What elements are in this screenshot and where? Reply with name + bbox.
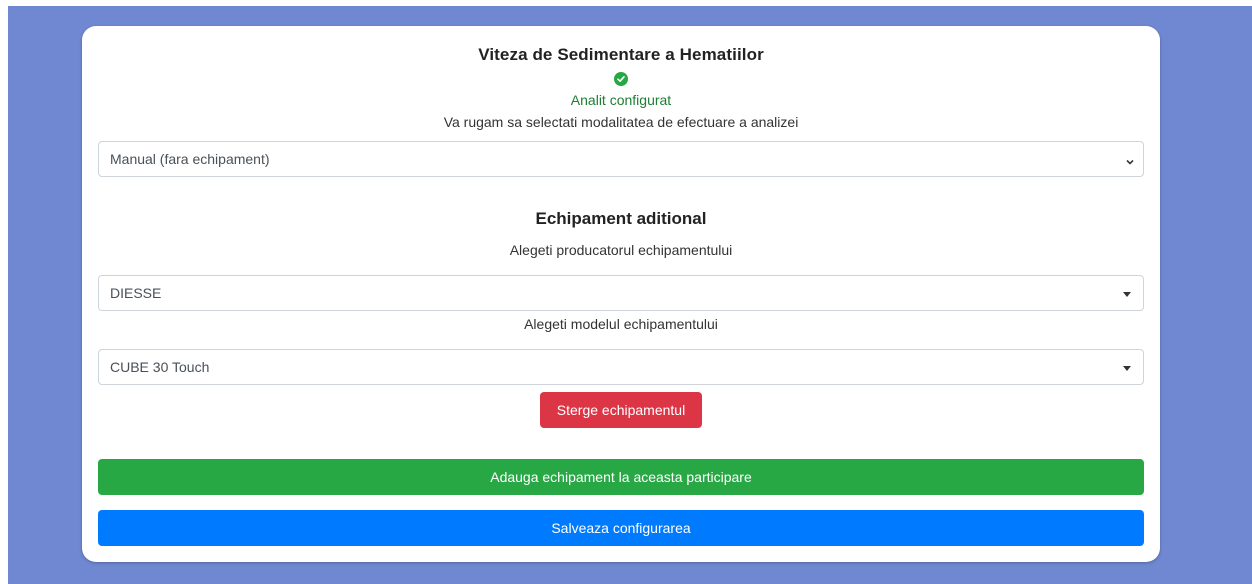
analysis-status: Analit configurat xyxy=(570,92,672,108)
model-select-value: CUBE 30 Touch xyxy=(110,359,210,375)
add-equipment-button[interactable]: Adauga echipament la aceasta participare xyxy=(98,459,1144,495)
delete-equipment-button[interactable]: Sterge echipamentul xyxy=(540,392,702,428)
analysis-title: Viteza de Sedimentare a Hematiilor xyxy=(478,45,764,64)
mode-prompt: Va rugam sa selectati modalitatea de efe… xyxy=(443,114,799,130)
save-configuration-button[interactable]: Salveaza configurarea xyxy=(98,510,1144,546)
configuration-card: Viteza de Sedimentare a Hematiilor Anali… xyxy=(82,26,1160,562)
chevron-down-icon xyxy=(1125,154,1135,172)
producer-select[interactable]: DIESSE xyxy=(98,275,1144,311)
mode-select-value: Manual (fara echipament) xyxy=(110,151,270,167)
caret-down-icon xyxy=(1123,292,1131,297)
mode-select[interactable]: Manual (fara echipament) xyxy=(98,141,1144,177)
equipment-title: Echipament aditional xyxy=(535,209,707,228)
caret-down-icon xyxy=(1123,366,1131,371)
producer-select-value: DIESSE xyxy=(110,285,162,301)
model-label: Alegeti modelul echipamentului xyxy=(524,316,718,332)
producer-label: Alegeti producatorul echipamentului xyxy=(509,242,733,258)
model-select[interactable]: CUBE 30 Touch xyxy=(98,349,1144,385)
check-circle-icon xyxy=(614,72,628,86)
